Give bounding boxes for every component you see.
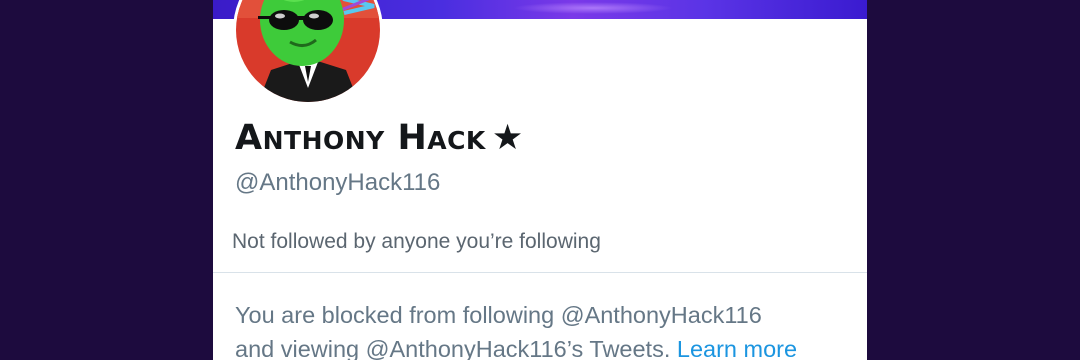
blocked-notice-line1: You are blocked from following @AnthonyH…	[235, 302, 762, 328]
banner-highlight	[513, 2, 673, 14]
star-icon: ★	[491, 118, 524, 158]
profile-card: Anthony Hack ★ @AnthonyHack116 Not follow…	[213, 0, 867, 360]
display-name-text: Anthony Hack	[235, 118, 486, 158]
blocked-notice-line2: and viewing @AnthonyHack116’s Tweets.	[235, 336, 671, 360]
followers-you-know-text: Not followed by anyone you’re following	[232, 230, 601, 253]
learn-more-link[interactable]: Learn more	[677, 336, 797, 360]
display-name: Anthony Hack ★	[235, 117, 524, 159]
alien-avatar-icon	[236, 0, 380, 102]
divider	[213, 272, 867, 273]
profile-handle: @AnthonyHack116	[235, 169, 441, 196]
avatar[interactable]	[233, 0, 383, 105]
blocked-notice: You are blocked from following @AnthonyH…	[235, 298, 855, 360]
